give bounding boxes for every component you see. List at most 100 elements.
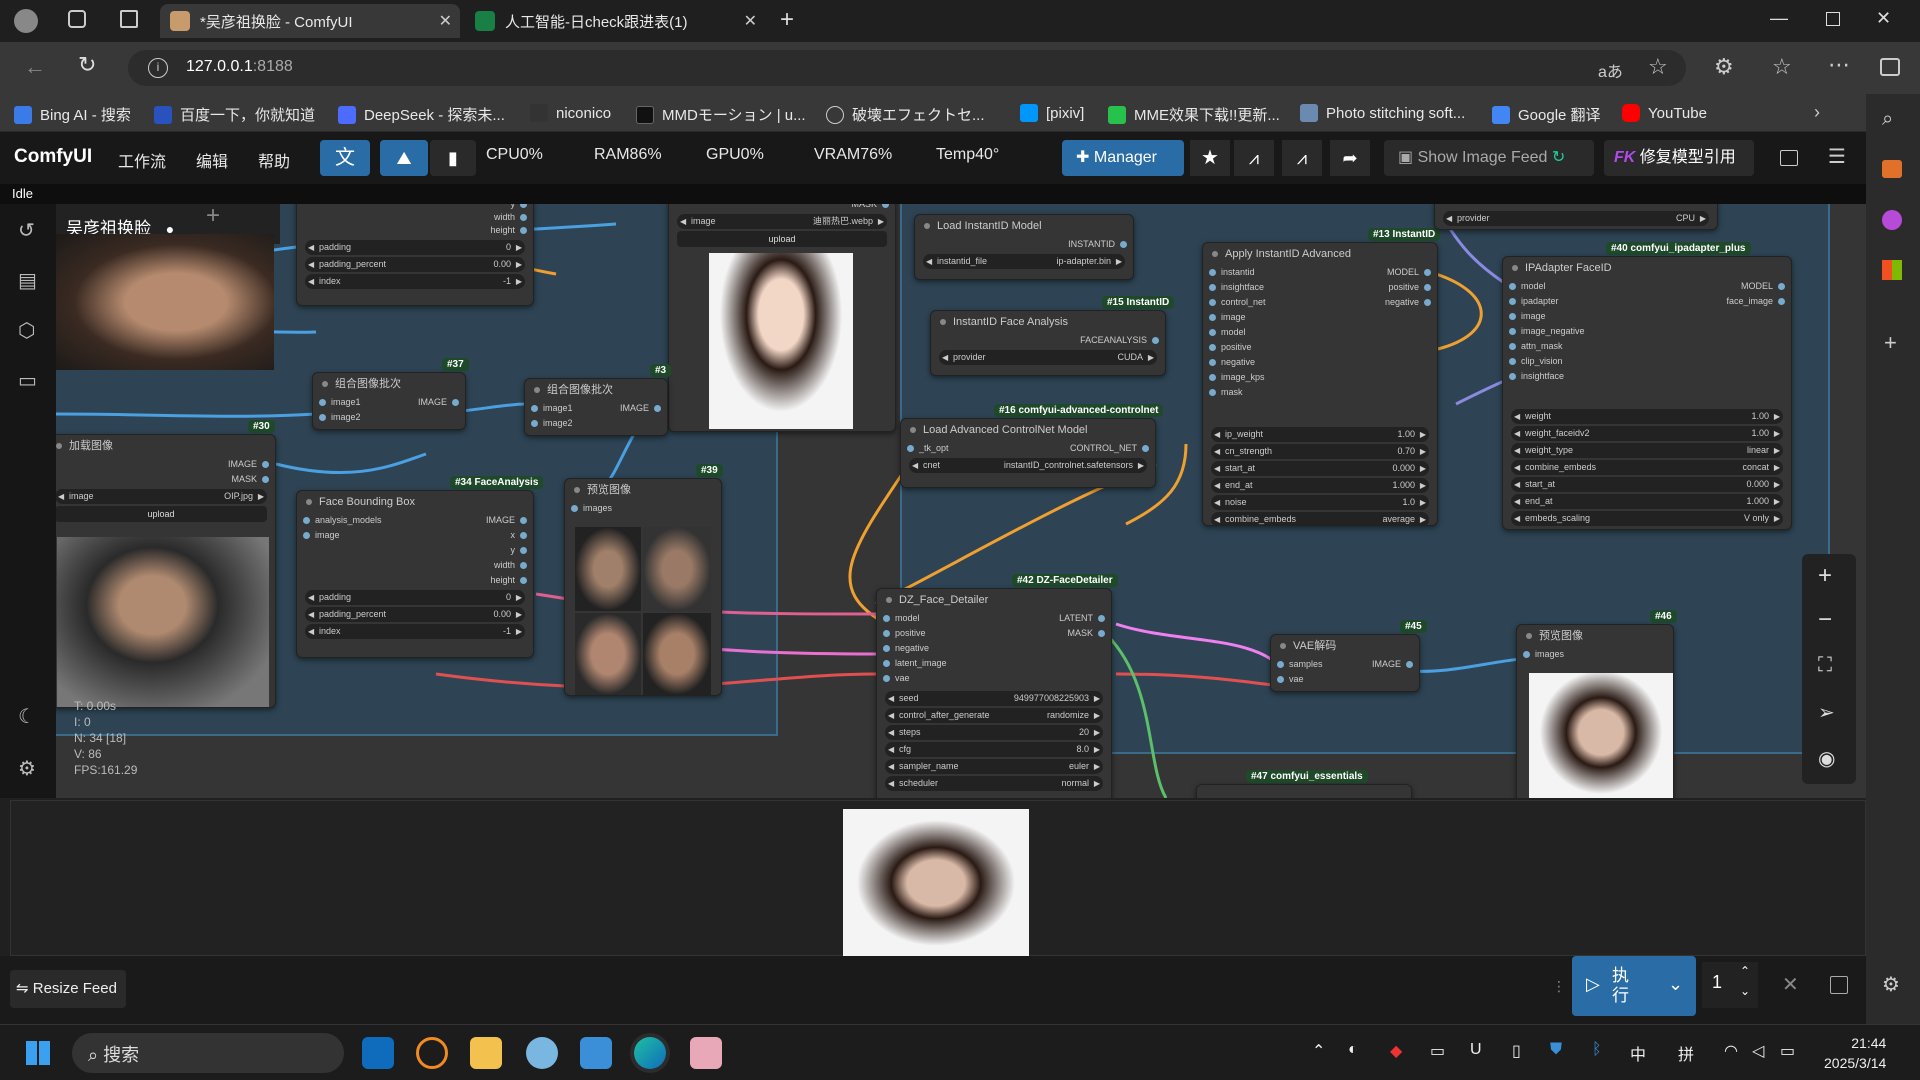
crystools-button[interactable]: ⛰ xyxy=(380,140,428,176)
input-clip-vision[interactable]: clip_vision xyxy=(1503,354,1643,369)
battery-icon[interactable]: ▭ xyxy=(1780,1041,1795,1061)
output-y[interactable]: y xyxy=(486,543,533,558)
sidebar-toggle-icon[interactable] xyxy=(1880,58,1900,76)
url-field[interactable]: i 127.0.0.1:8188 aあ ☆ xyxy=(128,50,1686,86)
input-positive[interactable]: positive xyxy=(1203,340,1323,355)
profile-icon[interactable] xyxy=(14,9,38,33)
read-aloud-icon[interactable]: aあ xyxy=(1598,58,1623,82)
bookmark-mmd[interactable]: MMDモーション | u... xyxy=(636,104,806,125)
output-height[interactable]: height xyxy=(297,223,533,238)
widget-padding-percent[interactable]: padding_percent0.00 xyxy=(305,607,525,622)
node-load-instantid-model[interactable]: Load InstantID Model INSTANTID instantid… xyxy=(914,214,1134,280)
refresh-icon[interactable]: ↻ xyxy=(78,52,96,78)
input-ipadapter[interactable]: ipadapter xyxy=(1503,294,1643,309)
widget-combine-embeds[interactable]: combine_embeds concat xyxy=(1511,460,1783,475)
input-images[interactable]: images xyxy=(1517,647,1673,662)
site-info-icon[interactable]: i xyxy=(148,58,168,78)
queue-icon[interactable]: ▤ xyxy=(18,268,37,293)
output-mask[interactable]: MASK xyxy=(669,204,895,212)
windows-start-icon[interactable] xyxy=(26,1041,50,1065)
select-mode-icon[interactable]: ➢ xyxy=(1818,700,1835,725)
anime-app-icon[interactable] xyxy=(690,1037,722,1069)
input-model[interactable]: model xyxy=(1203,325,1323,340)
fit-view-icon[interactable]: ⛶ xyxy=(1818,654,1832,677)
node-provider-top[interactable]: providerCPU xyxy=(1434,204,1718,230)
chevron-down-icon[interactable]: ⌄ xyxy=(1668,974,1683,995)
node-preview-image-46[interactable]: 预览图像 images xyxy=(1516,624,1674,798)
input-image2[interactable]: image2 xyxy=(525,416,573,431)
widget-instantid-file[interactable]: instantid_fileip-adapter.bin xyxy=(923,254,1125,269)
taskbar-search[interactable]: ⌕ 搜索 xyxy=(72,1033,344,1073)
increment-icon[interactable]: ⌃ xyxy=(1740,964,1750,978)
node-preview-image-39[interactable]: 预览图像 images xyxy=(564,478,722,696)
favorites-icon[interactable]: ☆ xyxy=(1772,54,1792,80)
widget-end-at[interactable]: end_at 1.000 xyxy=(1211,478,1429,493)
extensions-icon[interactable]: ⚙ xyxy=(1714,54,1734,80)
node-ipadapter-faceid[interactable]: IPAdapter FaceID model ipadapter image imag… xyxy=(1502,256,1792,530)
show-image-feed-button[interactable]: ▣ Show Image Feed ↻ xyxy=(1384,140,1594,176)
decrement-icon[interactable]: ⌄ xyxy=(1740,984,1750,998)
widget-provider[interactable]: providerCUDA xyxy=(939,350,1157,365)
tab-sheet[interactable]: 人工智能-日check跟进表(1) ✕ xyxy=(465,4,765,38)
widget-seed[interactable]: seed 949977008225903 xyxy=(885,691,1103,706)
close-tab-icon[interactable]: ✕ xyxy=(744,11,757,31)
settings-gear-icon[interactable]: ⚙ xyxy=(1882,972,1900,997)
widget-start-at[interactable]: start_at 0.000 xyxy=(1211,461,1429,476)
zoom-in-icon[interactable]: + xyxy=(1818,562,1832,590)
bookmark-photo[interactable]: Photo stitching soft... xyxy=(1300,104,1465,122)
edge-icon[interactable] xyxy=(634,1037,666,1069)
ime-chinese[interactable]: 中 xyxy=(1630,1041,1646,1065)
node-image-batch-2[interactable]: 组合图像批次 image1 image2 IMAGE xyxy=(524,378,668,436)
node-dz-face-detailer[interactable]: DZ_Face_Detailer model positive negative la… xyxy=(876,588,1112,798)
output-image[interactable]: IMAGE xyxy=(56,457,275,472)
translate-button[interactable]: 文 xyxy=(320,140,370,176)
tray-u-icon[interactable]: U xyxy=(1470,1041,1482,1059)
output-image[interactable]: IMAGE xyxy=(486,513,533,528)
output-control-net[interactable]: CONTROL_NET xyxy=(1070,441,1155,456)
widget-image[interactable]: imageOIP.jpg xyxy=(56,489,267,504)
menu-help[interactable]: 帮助 xyxy=(258,148,290,172)
add-icon[interactable]: + xyxy=(1884,330,1897,356)
ime-pinyin[interactable]: 拼 xyxy=(1678,1041,1694,1065)
output-latent[interactable]: LATENT xyxy=(1011,611,1111,626)
input-image-kps[interactable]: image_kps xyxy=(1203,370,1323,385)
node-face-crop-top[interactable]: y width height padding0 padding_percent0… xyxy=(296,204,534,306)
input-tk-opt[interactable]: _tk_opt xyxy=(901,441,949,456)
bookmark-effect[interactable]: 破壊エフェクトセ... xyxy=(826,104,985,125)
history-icon[interactable]: ↺ xyxy=(18,218,35,243)
widget-steps[interactable]: steps 20 xyxy=(885,725,1103,740)
widget-cn-strength[interactable]: cn_strength 0.70 xyxy=(1211,444,1429,459)
input-image[interactable]: image xyxy=(1203,310,1323,325)
copilot-icon[interactable] xyxy=(1882,210,1902,230)
zoom-out-icon[interactable]: − xyxy=(1818,606,1832,634)
add-workflow-icon[interactable]: + xyxy=(206,204,220,230)
input-image[interactable]: image xyxy=(1503,309,1643,324)
resize-feed-button[interactable]: ⇋ Resize Feed xyxy=(10,970,126,1008)
input-vae[interactable]: vae xyxy=(1271,672,1323,687)
tray-shield-icon[interactable]: ⛊ xyxy=(1550,1041,1562,1059)
input-image[interactable]: image xyxy=(297,528,382,543)
output-face-image[interactable]: face_image xyxy=(1671,294,1791,309)
input-mask[interactable]: mask xyxy=(1203,385,1323,400)
output-negative[interactable]: negative xyxy=(1327,295,1437,310)
input-positive[interactable]: positive xyxy=(877,626,997,641)
widget-embeds-scaling[interactable]: embeds_scaling V only xyxy=(1511,511,1783,526)
workflow-folder-icon[interactable]: ▭ xyxy=(18,368,37,393)
widget-scheduler[interactable]: scheduler normal xyxy=(885,776,1103,791)
node-load-image-top[interactable]: MASK image迪丽热巴.webp upload xyxy=(668,204,896,432)
widget-image[interactable]: image迪丽热巴.webp xyxy=(677,214,887,229)
office-icon[interactable] xyxy=(1882,260,1902,280)
settings-icon[interactable]: ⚙ xyxy=(18,756,36,781)
tray-bluetooth-icon[interactable]: ᛒ xyxy=(1592,1041,1602,1059)
widget-padding[interactable]: padding0 xyxy=(305,240,525,255)
volume-icon[interactable]: ◁ xyxy=(1752,1041,1764,1061)
output-instantid[interactable]: INSTANTID xyxy=(915,237,1133,252)
tray-window-icon[interactable]: ▭ xyxy=(1430,1041,1445,1061)
cancel-icon[interactable]: ✕ xyxy=(1782,972,1799,997)
input-model[interactable]: model xyxy=(877,611,997,626)
widget-padding[interactable]: padding0 xyxy=(305,590,525,605)
batch-count-input[interactable]: 1 ⌃ ⌄ xyxy=(1702,962,1758,1008)
node-face-bounding-box[interactable]: Face Bounding Box analysis_models image I… xyxy=(296,490,534,658)
drag-handle-icon[interactable]: ⋮ xyxy=(1552,978,1566,995)
panel-toggle-icon[interactable] xyxy=(1780,150,1798,166)
